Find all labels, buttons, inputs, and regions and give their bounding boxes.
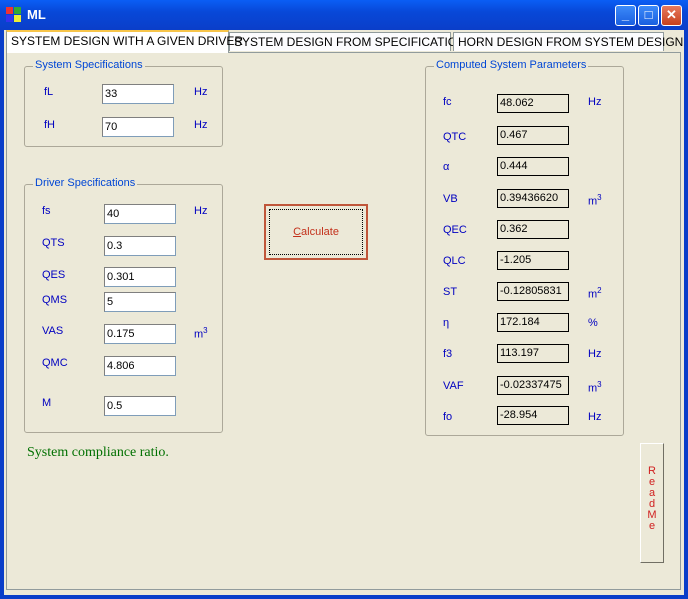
tab-system-design-given-driver[interactable]: SYSTEM DESIGN WITH A GIVEN DRIVER [6, 30, 243, 53]
status-description: System compliance ratio. [27, 445, 169, 460]
eta-label: η [443, 317, 450, 329]
fc-unit: Hz [588, 96, 602, 108]
vas-unit: m3 [194, 326, 208, 341]
qts-label: QTS [42, 237, 65, 249]
fl-input[interactable]: 33 [102, 84, 174, 104]
group-title: System Specifications [33, 59, 145, 71]
vaf-unit: m3 [588, 380, 602, 395]
fs-input[interactable]: 40 [104, 204, 176, 224]
close-button[interactable]: ✕ [661, 5, 682, 26]
qms-label: QMS [42, 294, 68, 306]
fh-unit: Hz [194, 119, 208, 131]
st-output: -0.12805831 [497, 282, 569, 301]
tab-horn-design[interactable]: HORN DESIGN FROM SYSTEM DESIGN [453, 32, 683, 51]
calculate-label: Calculate [269, 209, 363, 255]
qmc-input[interactable]: 4.806 [104, 356, 176, 376]
computed-parameters-group: Computed System Parameters fc 48.062 Hz … [425, 59, 624, 436]
qlc-label: QLC [443, 255, 466, 267]
fo-output: -28.954 [497, 406, 569, 425]
system-specifications-group: System Specifications fL 33 Hz fH 70 Hz [24, 59, 223, 147]
f3-output: 113.197 [497, 344, 569, 363]
driver-specifications-group: Driver Specifications fs 40 Hz QTS 0.3 Q… [24, 177, 223, 433]
qmc-label: QMC [42, 357, 68, 369]
maximize-button[interactable]: □ [638, 5, 659, 26]
fc-output: 48.062 [497, 94, 569, 113]
alpha-label: α [443, 161, 450, 173]
qec-label: QEC [443, 224, 467, 236]
qes-label: QES [42, 269, 66, 281]
group-title: Driver Specifications [33, 177, 138, 189]
fs-label: fs [42, 205, 51, 217]
eta-output: 172.184 [497, 313, 569, 332]
fs-unit: Hz [194, 205, 208, 217]
qts-input[interactable]: 0.3 [104, 236, 176, 256]
qms-input[interactable]: 5 [104, 292, 176, 312]
qec-output: 0.362 [497, 220, 569, 239]
vb-unit: m3 [588, 193, 602, 208]
alpha-output: 0.444 [497, 157, 569, 176]
calculate-button[interactable]: Calculate [264, 204, 368, 260]
vaf-output: -0.02337475 [497, 376, 569, 395]
eta-unit: % [588, 317, 598, 329]
qtc-output: 0.467 [497, 126, 569, 145]
qtc-label: QTC [443, 131, 467, 143]
fh-input[interactable]: 70 [102, 117, 174, 137]
qlc-output: -1.205 [497, 251, 569, 270]
st-label: ST [443, 286, 458, 298]
tab-system-design-from-specifications[interactable]: SYSTEM DESIGN FROM SPECIFICATIONS [229, 32, 474, 51]
readme-button[interactable]: ReadMe [640, 443, 664, 563]
app-icon [6, 7, 22, 23]
vas-label: VAS [42, 325, 64, 337]
fl-unit: Hz [194, 86, 208, 98]
st-unit: m2 [588, 286, 602, 301]
vb-output: 0.39436620 [497, 189, 569, 208]
title-bar[interactable]: ML _ □ ✕ [0, 0, 688, 30]
application-window: ML _ □ ✕ SYSTEM DESIGN WITH A GIVEN DRIV… [0, 0, 688, 599]
tab-page: System Specifications fL 33 Hz fH 70 Hz … [6, 52, 681, 590]
vb-label: VB [443, 193, 458, 205]
qes-input[interactable]: 0.301 [104, 267, 176, 287]
fc-label: fc [443, 96, 452, 108]
group-title: Computed System Parameters [434, 59, 589, 71]
fo-unit: Hz [588, 411, 602, 423]
minimize-button[interactable]: _ [615, 5, 636, 26]
f3-label: f3 [443, 348, 453, 360]
m-label: M [42, 397, 52, 409]
fl-label: fL [44, 86, 54, 98]
client-area: SYSTEM DESIGN WITH A GIVEN DRIVER SYSTEM… [4, 30, 684, 595]
m-input[interactable]: 0.5 [104, 396, 176, 416]
fo-label: fo [443, 411, 453, 423]
f3-unit: Hz [588, 348, 602, 360]
fh-label: fH [44, 119, 55, 131]
vas-input[interactable]: 0.175 [104, 324, 176, 344]
vaf-label: VAF [443, 380, 464, 392]
window-title: ML [27, 7, 46, 22]
